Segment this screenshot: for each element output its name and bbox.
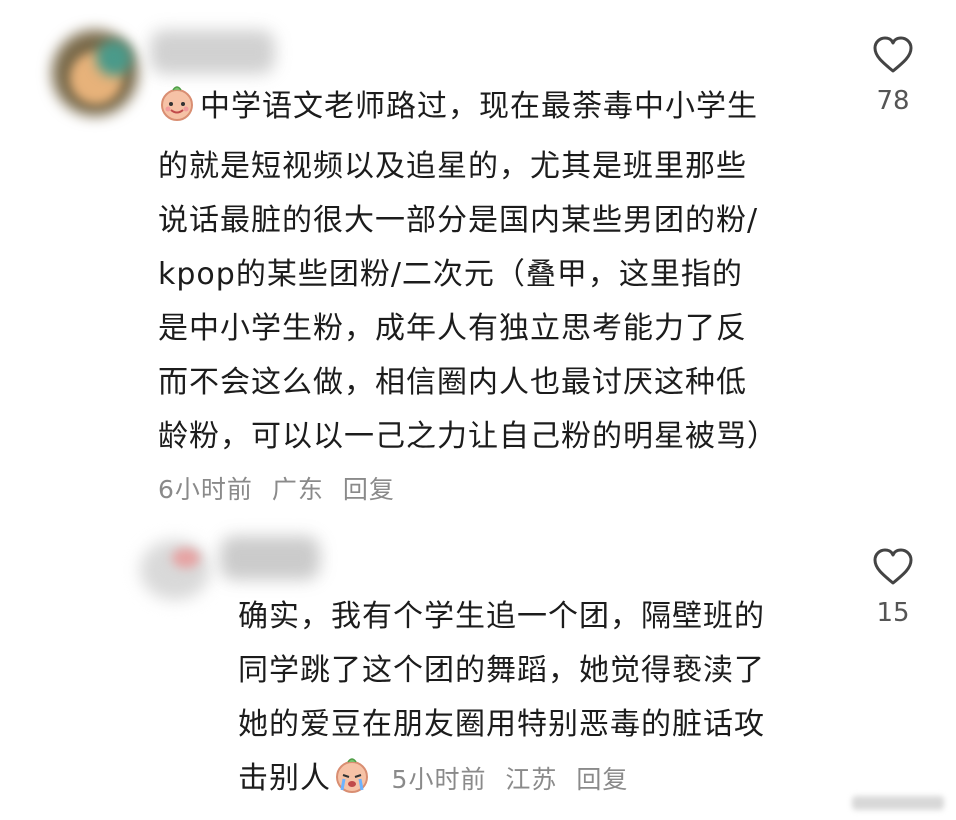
comment-2-like-button[interactable]: 15 (858, 548, 928, 628)
comment-1-time: 6小时前 (158, 475, 253, 504)
comment-2-text: 确实，我有个学生追一个团，隔壁班的 同学跳了这个团的舞蹈，她觉得亵渎了 她的爱豆… (238, 590, 838, 812)
comment-1-line-6: 而不会这么做，相信圈内人也最讨厌这种低 (158, 365, 747, 400)
comment-2-meta: 5小时前 江苏 回复 (392, 765, 639, 794)
comment-1-meta: 6小时前 广东 回复 (158, 470, 405, 506)
comment-1-line-7: 龄粉，可以以一己之力让自己粉的明星被骂） (158, 419, 778, 454)
comment-1-like-count: 78 (876, 86, 910, 116)
comment-1-reply-button[interactable]: 回复 (343, 475, 395, 504)
comment-2-line-4-text: 击别人 (238, 761, 331, 796)
watermark (852, 796, 944, 810)
comment-1-line-3: 说话最脏的很大一部分是国内某些男团的粉/ (158, 203, 759, 238)
comment-2-line-2: 同学跳了这个团的舞蹈，她觉得亵渎了 (238, 653, 765, 688)
comment-2-time: 5小时前 (391, 765, 487, 794)
comment-2-location: 江苏 (505, 765, 558, 794)
comment-1-like-button[interactable]: 78 (858, 36, 928, 116)
comment-2-line-4: 击别人 5小时前 江苏 回复 (238, 752, 838, 812)
comment-2-reply-button[interactable]: 回复 (576, 765, 628, 794)
smiling-baby-emoji (158, 84, 196, 140)
comment-1-line-5: 是中小学生粉，成年人有独立思考能力了反 (158, 311, 747, 346)
comment-1-line-1: 中学语文老师路过，现在最荼毒中小学生 (158, 80, 848, 140)
comment-1-location: 广东 (271, 475, 324, 504)
heart-icon (858, 36, 928, 74)
comment-2-like-count: 15 (876, 598, 910, 628)
comment-2-line-3: 她的爱豆在朋友圈用特别恶毒的脏话攻 (238, 707, 765, 742)
comment-1-line-2: 的就是短视频以及追星的，尤其是班里那些 (158, 149, 747, 184)
comment-1-line-4: kpop的某些团粉/二次元（叠甲，这里指的 (158, 257, 743, 292)
comment-2-line-1: 确实，我有个学生追一个团，隔壁班的 (238, 599, 765, 634)
comment-1-text: 中学语文老师路过，现在最荼毒中小学生 的就是短视频以及追星的，尤其是班里那些 说… (158, 80, 848, 464)
heart-icon (858, 548, 928, 586)
crying-baby-emoji (333, 756, 371, 812)
